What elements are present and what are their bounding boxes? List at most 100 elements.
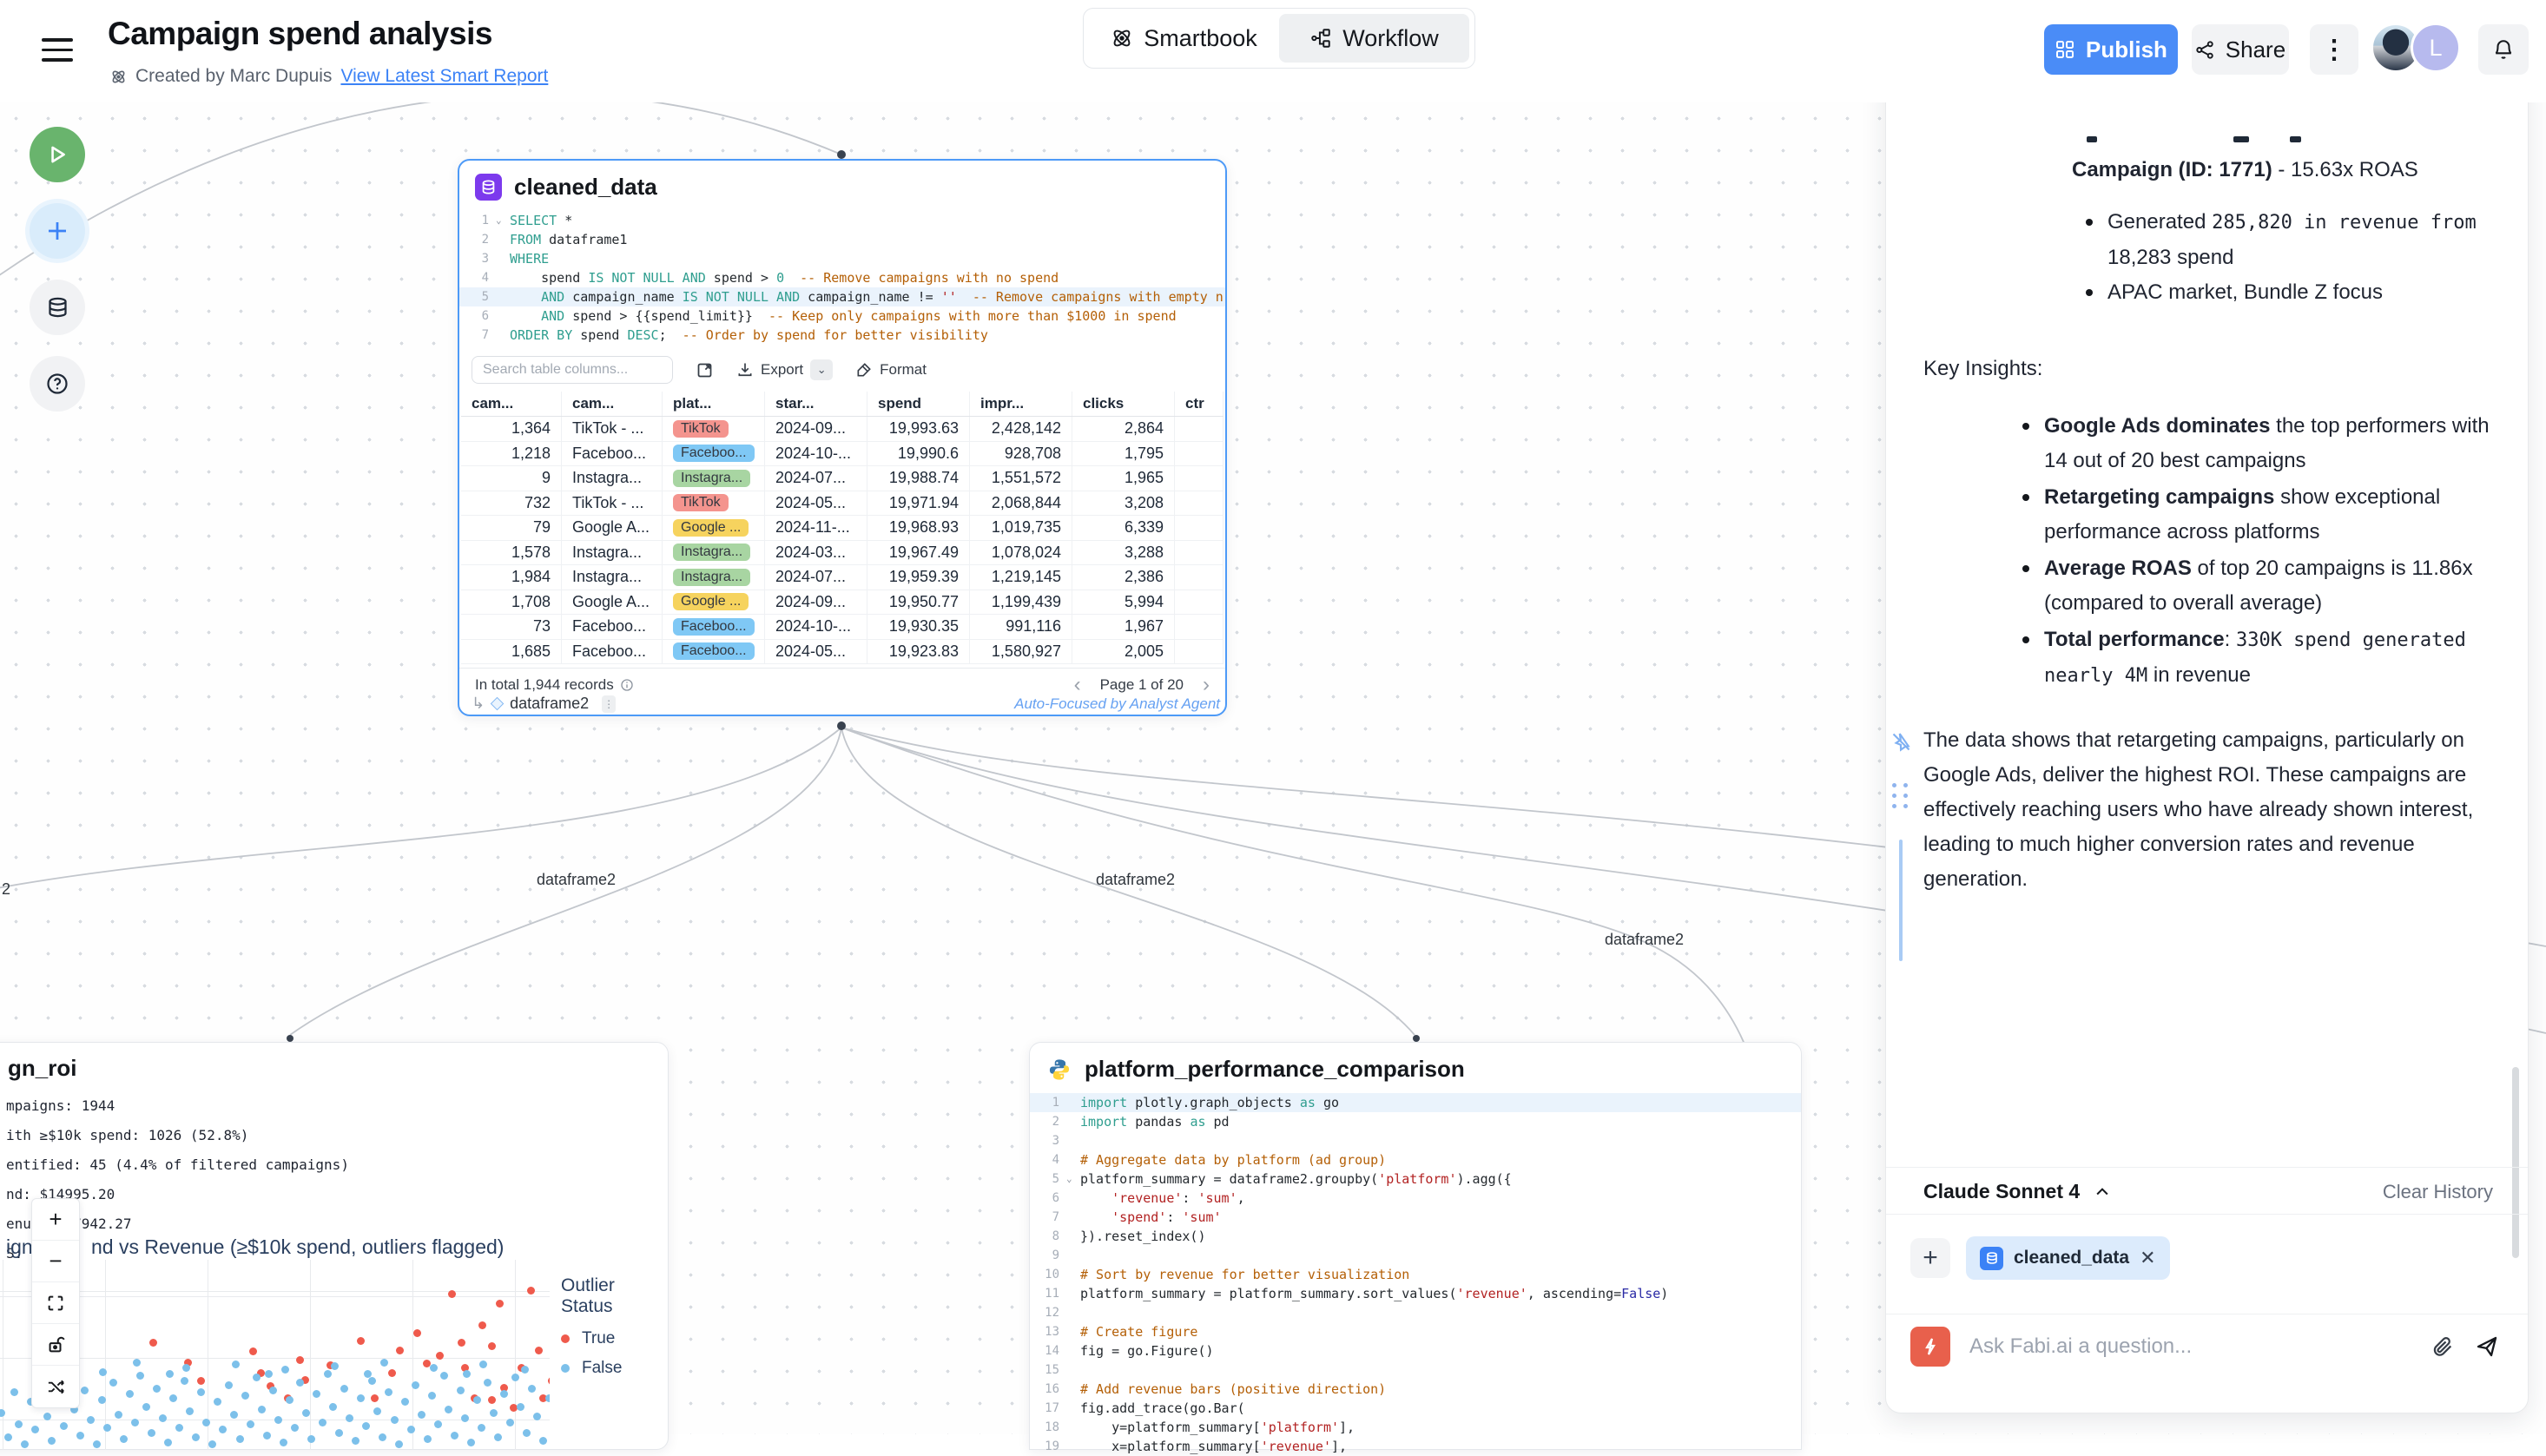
tab-smartbook[interactable]: Smartbook bbox=[1089, 14, 1279, 63]
code-line[interactable]: 3WHERE bbox=[459, 249, 1225, 268]
format-button[interactable]: Format bbox=[855, 361, 927, 379]
table-row[interactable]: 1,578Instagra...Instagra...2024-03...19,… bbox=[461, 541, 1224, 566]
output-dataframe-label[interactable]: ↳ dataframe2 ⋮ bbox=[472, 695, 616, 713]
python-code-editor[interactable]: 1import plotly.graph_objects as go2impor… bbox=[1030, 1093, 1801, 1456]
send-icon[interactable] bbox=[2474, 1334, 2500, 1360]
run-workflow-button[interactable] bbox=[30, 127, 85, 182]
menu-icon[interactable] bbox=[42, 38, 73, 69]
column-header[interactable]: impr... bbox=[970, 392, 1072, 416]
code-line[interactable]: 6 'revenue': 'sum', bbox=[1030, 1189, 1801, 1208]
panel-scrollbar[interactable] bbox=[2512, 1067, 2519, 1258]
legend-item-false[interactable]: False bbox=[561, 1359, 668, 1378]
code-line[interactable]: 1import plotly.graph_objects as go bbox=[1030, 1093, 1801, 1112]
add-node-button[interactable] bbox=[30, 203, 85, 259]
table-row[interactable]: 73Faceboo...Faceboo...2024-10-...19,930.… bbox=[461, 615, 1224, 640]
table-cell: 2024-11-... bbox=[765, 516, 867, 540]
column-header[interactable]: cam... bbox=[461, 392, 562, 416]
table-row[interactable]: 79Google A...Google ...2024-11-...19,968… bbox=[461, 516, 1224, 541]
table-row[interactable]: 732TikTok - ...TikTok2024-05...19,971.94… bbox=[461, 491, 1224, 517]
result-table[interactable]: cam...cam...plat...star...spendimpr...cl… bbox=[461, 392, 1224, 664]
context-chip-cleaned-data[interactable]: cleaned_data ✕ bbox=[1966, 1236, 2170, 1280]
table-row[interactable]: 1,218Faceboo...Faceboo...2024-10-...19,9… bbox=[461, 442, 1224, 467]
prev-page-button[interactable]: ‹ bbox=[1074, 673, 1081, 697]
scatter-point-false bbox=[521, 1366, 529, 1374]
expand-table-button[interactable] bbox=[696, 361, 714, 379]
model-selector[interactable]: Claude Sonnet 4 bbox=[1923, 1180, 2111, 1203]
code-line[interactable]: 5 AND campaign_name IS NOT NULL AND camp… bbox=[459, 287, 1225, 306]
avatar-initial[interactable]: L bbox=[2411, 23, 2461, 73]
table-cell: 2,005 bbox=[1072, 640, 1175, 664]
table-row[interactable]: 1,984Instagra...Instagra...2024-07...19,… bbox=[461, 565, 1224, 590]
drag-handle[interactable] bbox=[1892, 783, 1916, 808]
table-row[interactable]: 1,364TikTok - ...TikTok2024-09...19,993.… bbox=[461, 417, 1224, 442]
code-line[interactable]: 12 bbox=[1030, 1303, 1801, 1322]
search-input[interactable] bbox=[472, 356, 673, 384]
add-context-button[interactable]: + bbox=[1910, 1238, 1950, 1278]
code-line[interactable]: 1⌄SELECT * bbox=[459, 211, 1225, 230]
node-platform-performance-comparison[interactable]: platform_performance_comparison 1import … bbox=[1029, 1042, 1802, 1450]
export-button[interactable]: Export ⌄ bbox=[736, 359, 833, 380]
code-line[interactable]: 2FROM dataframe1 bbox=[459, 230, 1225, 249]
attachment-icon[interactable] bbox=[2431, 1334, 2455, 1359]
scatter-plot[interactable] bbox=[0, 1260, 550, 1450]
fit-view-button[interactable] bbox=[32, 1282, 79, 1324]
column-header[interactable]: ctr bbox=[1175, 392, 1224, 416]
code-line[interactable]: 2import pandas as pd bbox=[1030, 1112, 1801, 1131]
scatter-point-false bbox=[280, 1439, 287, 1446]
zoom-out-button[interactable]: − bbox=[32, 1241, 79, 1282]
shuffle-button[interactable] bbox=[32, 1366, 79, 1407]
tab-workflow[interactable]: Workflow bbox=[1279, 14, 1469, 63]
unpin-icon[interactable] bbox=[1890, 730, 1913, 754]
code-line[interactable]: 17fig.add_trace(go.Bar( bbox=[1030, 1399, 1801, 1418]
code-line[interactable]: 4 spend IS NOT NULL AND spend > 0 -- Rem… bbox=[459, 268, 1225, 287]
scatter-point-false bbox=[545, 1394, 550, 1402]
output-menu-icon[interactable]: ⋮ bbox=[602, 695, 616, 713]
panel-resize-handle[interactable] bbox=[1899, 840, 1903, 961]
node-campaign-roi[interactable]: gn_roi mpaigns: 1944ith ≥$10k spend: 102… bbox=[0, 1042, 669, 1450]
share-button[interactable]: Share bbox=[2192, 24, 2289, 75]
next-page-button[interactable]: › bbox=[1203, 673, 1210, 697]
column-header[interactable]: spend bbox=[867, 392, 970, 416]
code-line[interactable]: 7 'spend': 'sum' bbox=[1030, 1208, 1801, 1227]
view-smart-report-link[interactable]: View Latest Smart Report bbox=[340, 66, 548, 87]
column-header[interactable]: cam... bbox=[562, 392, 663, 416]
more-options-button[interactable]: ⋮ bbox=[2310, 24, 2358, 75]
table-cell: 2024-05... bbox=[765, 640, 867, 664]
code-line[interactable]: 19 x=platform_summary['revenue'], bbox=[1030, 1437, 1801, 1456]
code-line[interactable]: 15 bbox=[1030, 1360, 1801, 1380]
code-line[interactable]: 9 bbox=[1030, 1246, 1801, 1265]
help-button[interactable] bbox=[30, 356, 85, 412]
code-line[interactable]: 7ORDER BY spend DESC; -- Order by spend … bbox=[459, 326, 1225, 345]
code-line[interactable]: 11platform_summary = platform_summary.so… bbox=[1030, 1284, 1801, 1303]
table-row[interactable]: 9Instagra...Instagra...2024-07...19,988.… bbox=[461, 466, 1224, 491]
zoom-in-button[interactable]: + bbox=[32, 1199, 79, 1241]
code-line[interactable]: 3 bbox=[1030, 1131, 1801, 1150]
clear-history-button[interactable]: Clear History bbox=[2383, 1181, 2493, 1203]
scatter-point-true bbox=[149, 1339, 157, 1347]
export-dropdown-chevron[interactable]: ⌄ bbox=[810, 359, 833, 380]
notifications-button[interactable] bbox=[2478, 24, 2529, 75]
lock-button[interactable] bbox=[32, 1324, 79, 1366]
data-sources-button[interactable] bbox=[30, 280, 85, 335]
scatter-point-false bbox=[523, 1429, 531, 1437]
column-header[interactable]: plat... bbox=[663, 392, 765, 416]
code-line[interactable]: 5⌄platform_summary = dataframe2.groupby(… bbox=[1030, 1169, 1801, 1189]
code-line[interactable]: 8}).reset_index() bbox=[1030, 1227, 1801, 1246]
code-line[interactable]: 16# Add revenue bars (positive direction… bbox=[1030, 1380, 1801, 1399]
table-row[interactable]: 1,685Faceboo...Faceboo...2024-05...19,92… bbox=[461, 640, 1224, 665]
code-line[interactable]: 10# Sort by revenue for better visualiza… bbox=[1030, 1265, 1801, 1284]
table-cell: 2024-07... bbox=[765, 565, 867, 590]
table-row[interactable]: 1,708Google A...Google ...2024-09...19,9… bbox=[461, 590, 1224, 616]
ask-question-input[interactable] bbox=[1969, 1334, 2411, 1359]
code-line[interactable]: 4# Aggregate data by platform (ad group) bbox=[1030, 1150, 1801, 1169]
column-header[interactable]: star... bbox=[765, 392, 867, 416]
chip-remove-icon[interactable]: ✕ bbox=[2140, 1247, 2155, 1269]
publish-button[interactable]: Publish bbox=[2044, 24, 2178, 75]
code-line[interactable]: 14fig = go.Figure() bbox=[1030, 1341, 1801, 1360]
legend-item-true[interactable]: True bbox=[561, 1329, 668, 1348]
column-header[interactable]: clicks bbox=[1072, 392, 1175, 416]
sql-code-editor[interactable]: 1⌄SELECT *2FROM dataframe13WHERE4 spend … bbox=[459, 211, 1225, 345]
code-line[interactable]: 6 AND spend > {{spend_limit}} -- Keep on… bbox=[459, 306, 1225, 326]
node-cleaned-data[interactable]: cleaned_data 1⌄SELECT *2FROM dataframe13… bbox=[458, 159, 1227, 716]
code-line[interactable]: 13# Create figure bbox=[1030, 1322, 1801, 1341]
